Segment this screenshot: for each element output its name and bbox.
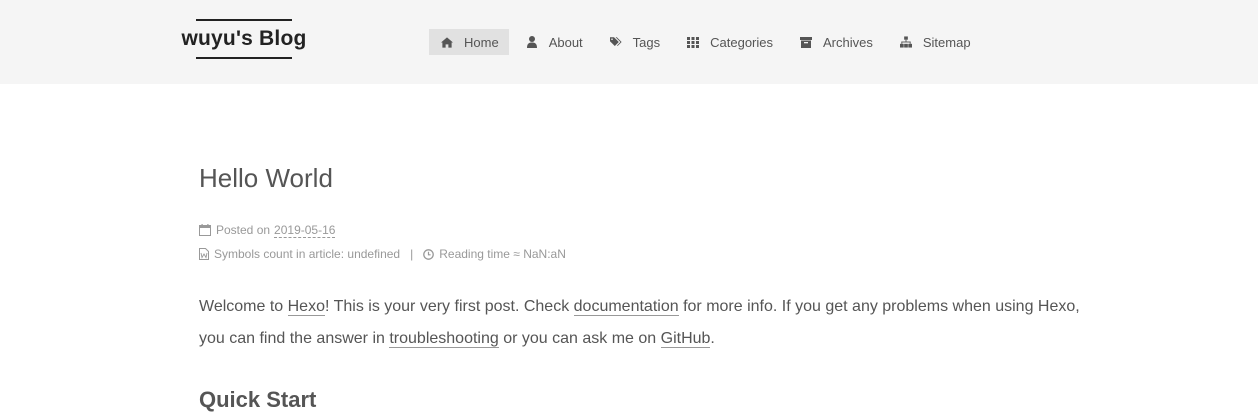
menu-label-sitemap: Sitemap bbox=[922, 34, 971, 50]
intro-text-4: or you can ask me on bbox=[498, 330, 661, 347]
file-word-icon bbox=[199, 248, 209, 260]
post-intro-paragraph: Welcome to Hexo! This is your very first… bbox=[199, 291, 1099, 355]
intro-text-2: ! This is your very first post. Check bbox=[324, 298, 574, 315]
troubleshooting-link[interactable]: troubleshooting bbox=[389, 330, 499, 348]
post-date-row: Posted on 2019-05-16 bbox=[199, 218, 1099, 242]
th-icon bbox=[687, 36, 700, 48]
tags-icon bbox=[609, 36, 622, 48]
home-icon bbox=[441, 36, 453, 48]
main-menu: Home About Tags Categories Archives Site… bbox=[429, 29, 986, 55]
menu-label-about: About bbox=[548, 34, 583, 50]
menu-item-tags[interactable]: Tags bbox=[598, 29, 670, 55]
archive-icon bbox=[800, 36, 813, 48]
user-icon bbox=[526, 36, 538, 48]
site-header: wuyu's Blog Home About Tags Categories A… bbox=[0, 0, 1258, 84]
menu-item-archives[interactable]: Archives bbox=[788, 29, 883, 55]
posted-on-label: Posted on bbox=[216, 223, 271, 237]
menu-item-sitemap[interactable]: Sitemap bbox=[888, 29, 981, 55]
post-stats-row: Symbols count in article: undefined | Re… bbox=[199, 242, 1099, 266]
meta-separator: | bbox=[410, 247, 414, 261]
post-date[interactable]: 2019-05-16 bbox=[274, 223, 336, 238]
menu-item-home[interactable]: Home bbox=[429, 29, 509, 55]
quick-start-heading: Quick Start bbox=[199, 387, 317, 412]
menu-label-archives: Archives bbox=[823, 34, 873, 50]
sitemap-icon bbox=[899, 36, 912, 48]
menu-label-tags: Tags bbox=[632, 34, 661, 50]
symbols-count: Symbols count in article: undefined bbox=[214, 247, 401, 261]
site-title[interactable]: wuyu's Blog bbox=[180, 21, 308, 57]
github-link[interactable]: GitHub bbox=[660, 330, 711, 348]
hexo-link[interactable]: Hexo bbox=[287, 298, 325, 316]
brand-bottom-line bbox=[196, 57, 292, 59]
site-brand[interactable]: wuyu's Blog bbox=[180, 19, 308, 59]
post-title[interactable]: Hello World bbox=[199, 160, 1099, 196]
menu-label-home: Home bbox=[464, 34, 499, 50]
intro-text-5: . bbox=[710, 330, 715, 347]
menu-label-categories: Categories bbox=[710, 34, 774, 50]
clock-icon bbox=[423, 248, 435, 260]
documentation-link[interactable]: documentation bbox=[573, 298, 679, 316]
calendar-icon bbox=[199, 224, 211, 236]
menu-item-about[interactable]: About bbox=[514, 29, 593, 55]
reading-time: Reading time ≈ NaN:aN bbox=[439, 247, 566, 261]
menu-item-categories[interactable]: Categories bbox=[675, 29, 783, 55]
post-meta: Posted on 2019-05-16 Symbols count in ar… bbox=[199, 218, 1099, 266]
post: Hello World Posted on 2019-05-16 Symbols… bbox=[199, 160, 1099, 415]
intro-text-1: Welcome to bbox=[199, 298, 288, 315]
